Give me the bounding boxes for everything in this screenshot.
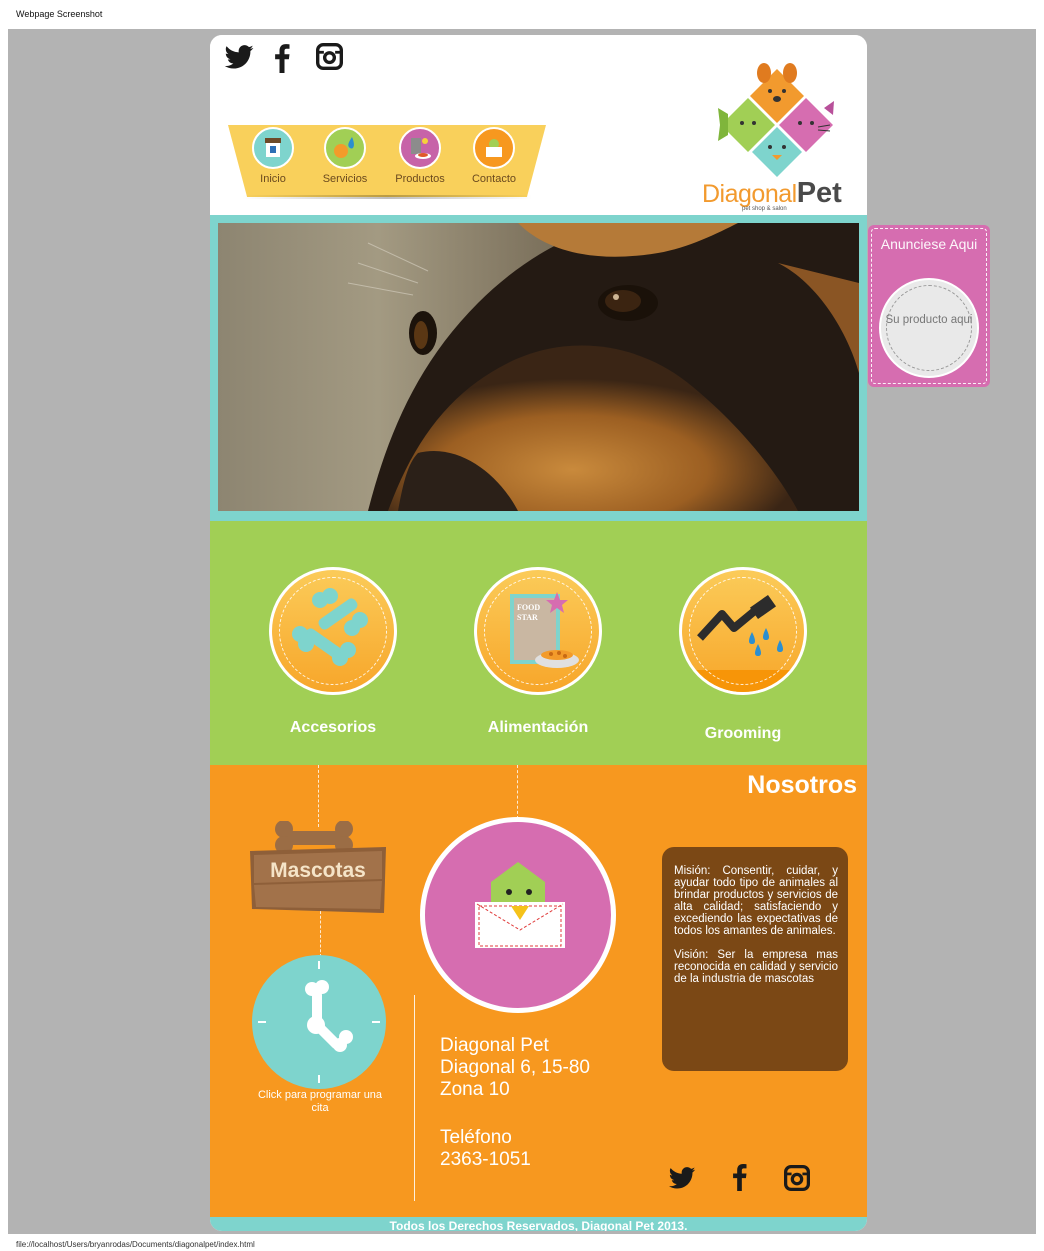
site-logo[interactable]: DiagonalPet pet shop & salon — [702, 61, 852, 212]
nav-item-contacto[interactable]: Contacto — [459, 127, 529, 193]
nav-shadow — [242, 195, 532, 199]
ad-product-circle: Su producto aqui — [879, 278, 979, 378]
twitter-icon[interactable] — [224, 45, 254, 69]
service-label: Alimentación — [487, 719, 589, 736]
store-icon — [252, 127, 294, 169]
mascotas-sign[interactable]: Mascotas — [248, 821, 388, 913]
instagram-icon[interactable] — [784, 1165, 810, 1191]
mascotas-label: Mascotas — [270, 859, 366, 882]
site-footer: Todos los Derechos Reservados, Diagonal … — [210, 1217, 867, 1231]
nav-label: Servicios — [322, 173, 368, 185]
services-section: Accesorios FOOD STAR Alimentación Groomi… — [210, 521, 867, 765]
nav-label: Productos — [395, 173, 445, 185]
site-header: Inicio Servicios Productos Contacto Diag… — [210, 35, 867, 215]
address-block: Diagonal Pet Diagonal 6, 15-80 Zona 10 — [440, 1035, 590, 1101]
nav-item-servicios[interactable]: Servicios — [310, 127, 380, 193]
address-line: Diagonal 6, 15-80 — [440, 1057, 590, 1078]
footer-copyright: Todos los Derechos Reservados, Diagonal … — [389, 1219, 688, 1231]
instagram-icon[interactable] — [316, 43, 343, 70]
food-bag-icon: FOOD STAR — [474, 567, 602, 695]
page-container: Inicio Servicios Productos Contacto Diag… — [210, 35, 867, 1231]
service-alimentacion[interactable]: FOOD STAR Alimentación — [472, 567, 604, 737]
screenshot-caption: Webpage Screenshot — [16, 9, 103, 19]
logo-animals-icon — [718, 63, 834, 177]
contact-mail-badge[interactable] — [420, 817, 616, 1013]
food-bag-text: FOOD — [517, 603, 540, 612]
phone-label: Teléfono — [440, 1127, 512, 1148]
mission-vision-box: Misión: Consentir, cuidar, y ayudar todo… — [662, 847, 848, 1071]
svg-text:STAR: STAR — [517, 613, 538, 622]
ad-circle-text: Su producto aqui — [885, 314, 973, 326]
phone-number: 2363-1051 — [440, 1149, 531, 1170]
service-label: Accesorios — [289, 719, 377, 736]
service-label: Grooming — [704, 725, 782, 742]
nav-label: Inicio — [260, 173, 286, 185]
products-icon — [399, 127, 441, 169]
address-line: Diagonal Pet — [440, 1035, 549, 1056]
appointment-clock-button[interactable] — [252, 955, 386, 1089]
hanging-string — [517, 765, 518, 819]
ad-circle-dashed-border — [886, 285, 972, 371]
service-grooming[interactable]: Grooming — [677, 567, 809, 743]
file-path-caption: file://localhost/Users/bryanrodas/Docume… — [16, 1240, 255, 1249]
address-line: Zona 10 — [440, 1079, 510, 1100]
water-drop-icon — [324, 127, 366, 169]
about-title: Nosotros — [747, 771, 857, 799]
browser-viewport: Inicio Servicios Productos Contacto Diag… — [8, 29, 1036, 1234]
hanging-string — [318, 765, 319, 827]
about-section: Nosotros Mascotas Click para programar u… — [210, 765, 867, 1217]
twitter-icon[interactable] — [668, 1167, 696, 1189]
nav-label: Contacto — [471, 173, 517, 185]
mail-icon — [473, 127, 515, 169]
facebook-icon[interactable] — [732, 1163, 747, 1191]
nav-item-productos[interactable]: Productos — [385, 127, 455, 193]
logo-word-diagonal: Diagonal — [702, 180, 797, 208]
bird-envelope-icon — [475, 862, 565, 948]
service-accesorios[interactable]: Accesorios — [267, 567, 399, 737]
clock-bone-icon — [258, 961, 380, 1083]
appointment-caption[interactable]: Click para programar una cita — [250, 1089, 390, 1115]
hero-dog-photo — [218, 223, 859, 511]
mission-text: Misión: Consentir, cuidar, y ayudar todo… — [674, 865, 838, 937]
mail-inner-circle — [425, 822, 611, 1008]
ad-title: Anunciese Aqui — [880, 236, 978, 252]
divider-line — [414, 995, 415, 1201]
vision-text: Visión: Ser la empresa mas reconocida en… — [674, 949, 838, 985]
bones-icon — [269, 567, 397, 695]
advertise-here-banner[interactable]: Anunciese Aqui Su producto aqui — [868, 225, 990, 387]
phone-block: Teléfono 2363-1051 — [440, 1127, 531, 1171]
logo-word-pet: Pet — [796, 177, 842, 209]
logo-tagline: pet shop & salon — [742, 206, 787, 212]
hero-frame — [210, 215, 867, 521]
hanging-string — [320, 911, 321, 957]
nav-item-inicio[interactable]: Inicio — [238, 127, 308, 193]
facebook-icon[interactable] — [274, 43, 290, 73]
grooming-icon — [679, 567, 807, 695]
